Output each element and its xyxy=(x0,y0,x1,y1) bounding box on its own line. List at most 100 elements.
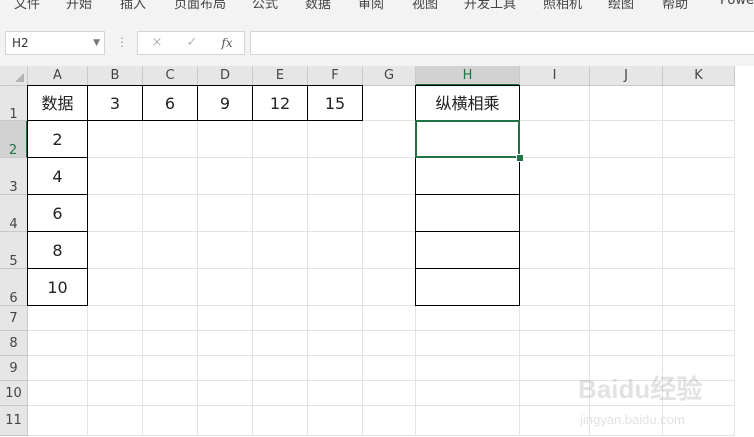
cell-g6[interactable] xyxy=(363,269,416,306)
formula-input[interactable] xyxy=(250,31,754,55)
cell-f6[interactable] xyxy=(308,269,363,306)
cell-a1[interactable]: 数据 xyxy=(27,85,88,121)
cell-d8[interactable] xyxy=(198,331,253,356)
cell-f9[interactable] xyxy=(308,356,363,381)
cell-a4[interactable]: 6 xyxy=(27,194,88,232)
column-header-a[interactable]: A xyxy=(28,66,88,86)
row-header-4[interactable]: 4 xyxy=(0,195,28,232)
cell-b7[interactable] xyxy=(88,306,143,331)
ribbon-tab[interactable]: 公式 xyxy=(252,0,278,12)
cell-e1[interactable]: 12 xyxy=(252,85,308,121)
cell-j7[interactable] xyxy=(590,306,663,331)
cell-i1[interactable] xyxy=(520,86,590,121)
cell-a11[interactable] xyxy=(28,406,88,436)
cell-d6[interactable] xyxy=(198,269,253,306)
cell-g10[interactable] xyxy=(363,381,416,406)
row-header-2[interactable]: 2 xyxy=(0,121,28,158)
cell-h5[interactable] xyxy=(415,231,520,269)
cell-d3[interactable] xyxy=(198,158,253,195)
insert-function-icon[interactable]: fx xyxy=(216,32,238,54)
cell-a2[interactable]: 2 xyxy=(27,120,88,158)
cell-b1[interactable]: 3 xyxy=(87,85,143,121)
cell-e10[interactable] xyxy=(253,381,308,406)
cell-h4[interactable] xyxy=(415,194,520,232)
cell-b10[interactable] xyxy=(88,381,143,406)
row-header-1[interactable]: 1 xyxy=(0,86,28,122)
cell-a7[interactable] xyxy=(28,306,88,331)
cell-f4[interactable] xyxy=(308,195,363,232)
column-header-f[interactable]: F xyxy=(308,66,363,86)
cell-c10[interactable] xyxy=(143,381,198,406)
cell-b5[interactable] xyxy=(88,232,143,269)
cell-j3[interactable] xyxy=(590,158,663,195)
ribbon-tab[interactable]: 插入 xyxy=(120,0,146,12)
ribbon-tab[interactable]: 页面布局 xyxy=(174,0,226,12)
cell-b11[interactable] xyxy=(88,406,143,436)
cell-f11[interactable] xyxy=(308,406,363,436)
fill-handle[interactable] xyxy=(516,154,524,162)
cell-e4[interactable] xyxy=(253,195,308,232)
cell-f8[interactable] xyxy=(308,331,363,356)
cell-e5[interactable] xyxy=(253,232,308,269)
cell-e9[interactable] xyxy=(253,356,308,381)
ribbon-tab[interactable]: 绘图 xyxy=(608,0,634,12)
column-header-h[interactable]: H xyxy=(416,66,520,86)
cell-k1[interactable] xyxy=(663,86,735,121)
cell-d9[interactable] xyxy=(198,356,253,381)
cell-e8[interactable] xyxy=(253,331,308,356)
cell-g1[interactable] xyxy=(363,86,416,121)
cell-j6[interactable] xyxy=(590,269,663,306)
cell-c8[interactable] xyxy=(143,331,198,356)
chevron-down-icon[interactable]: ▼ xyxy=(93,32,100,54)
cell-b9[interactable] xyxy=(88,356,143,381)
cell-c7[interactable] xyxy=(143,306,198,331)
cell-c3[interactable] xyxy=(143,158,198,195)
column-header-k[interactable]: K xyxy=(663,66,735,86)
cell-b8[interactable] xyxy=(88,331,143,356)
cell-f1[interactable]: 15 xyxy=(307,85,363,121)
row-header-11[interactable]: 11 xyxy=(0,406,28,436)
cell-k8[interactable] xyxy=(663,331,735,356)
cell-g8[interactable] xyxy=(363,331,416,356)
cell-d2[interactable] xyxy=(198,121,253,158)
cell-g9[interactable] xyxy=(363,356,416,381)
cell-k3[interactable] xyxy=(663,158,735,195)
cell-a10[interactable] xyxy=(28,381,88,406)
cell-b2[interactable] xyxy=(88,121,143,158)
cell-h1[interactable]: 纵横相乘 xyxy=(415,85,520,121)
cell-k2[interactable] xyxy=(663,121,735,158)
cell-g5[interactable] xyxy=(363,232,416,269)
cell-h8[interactable] xyxy=(416,331,520,356)
column-header-d[interactable]: D xyxy=(198,66,253,86)
column-header-c[interactable]: C xyxy=(143,66,198,86)
cell-f5[interactable] xyxy=(308,232,363,269)
column-header-b[interactable]: B xyxy=(88,66,143,86)
cell-c1[interactable]: 6 xyxy=(142,85,198,121)
cell-f10[interactable] xyxy=(308,381,363,406)
cell-b4[interactable] xyxy=(88,195,143,232)
cell-i2[interactable] xyxy=(520,121,590,158)
cell-d1[interactable]: 9 xyxy=(197,85,253,121)
cell-d4[interactable] xyxy=(198,195,253,232)
column-header-e[interactable]: E xyxy=(253,66,308,86)
cell-k5[interactable] xyxy=(663,232,735,269)
name-box[interactable]: H2 ▼ xyxy=(5,31,105,55)
column-header-i[interactable]: I xyxy=(520,66,590,86)
cell-j5[interactable] xyxy=(590,232,663,269)
cell-d11[interactable] xyxy=(198,406,253,436)
ribbon-tab[interactable]: 开始 xyxy=(66,0,92,12)
cell-i8[interactable] xyxy=(520,331,590,356)
cell-d5[interactable] xyxy=(198,232,253,269)
cell-a5[interactable]: 8 xyxy=(27,231,88,269)
cell-b6[interactable] xyxy=(88,269,143,306)
cell-a3[interactable]: 4 xyxy=(27,157,88,195)
cell-k7[interactable] xyxy=(663,306,735,331)
enter-icon[interactable]: ✓ xyxy=(181,32,203,54)
cell-c9[interactable] xyxy=(143,356,198,381)
ribbon-tab[interactable]: 帮助 xyxy=(662,0,688,12)
ribbon-tab[interactable]: 照相机 xyxy=(543,0,582,12)
cell-d7[interactable] xyxy=(198,306,253,331)
column-header-j[interactable]: J xyxy=(590,66,663,86)
ribbon-tab[interactable]: 开发工具 xyxy=(464,0,516,12)
row-header-6[interactable]: 6 xyxy=(0,269,28,306)
